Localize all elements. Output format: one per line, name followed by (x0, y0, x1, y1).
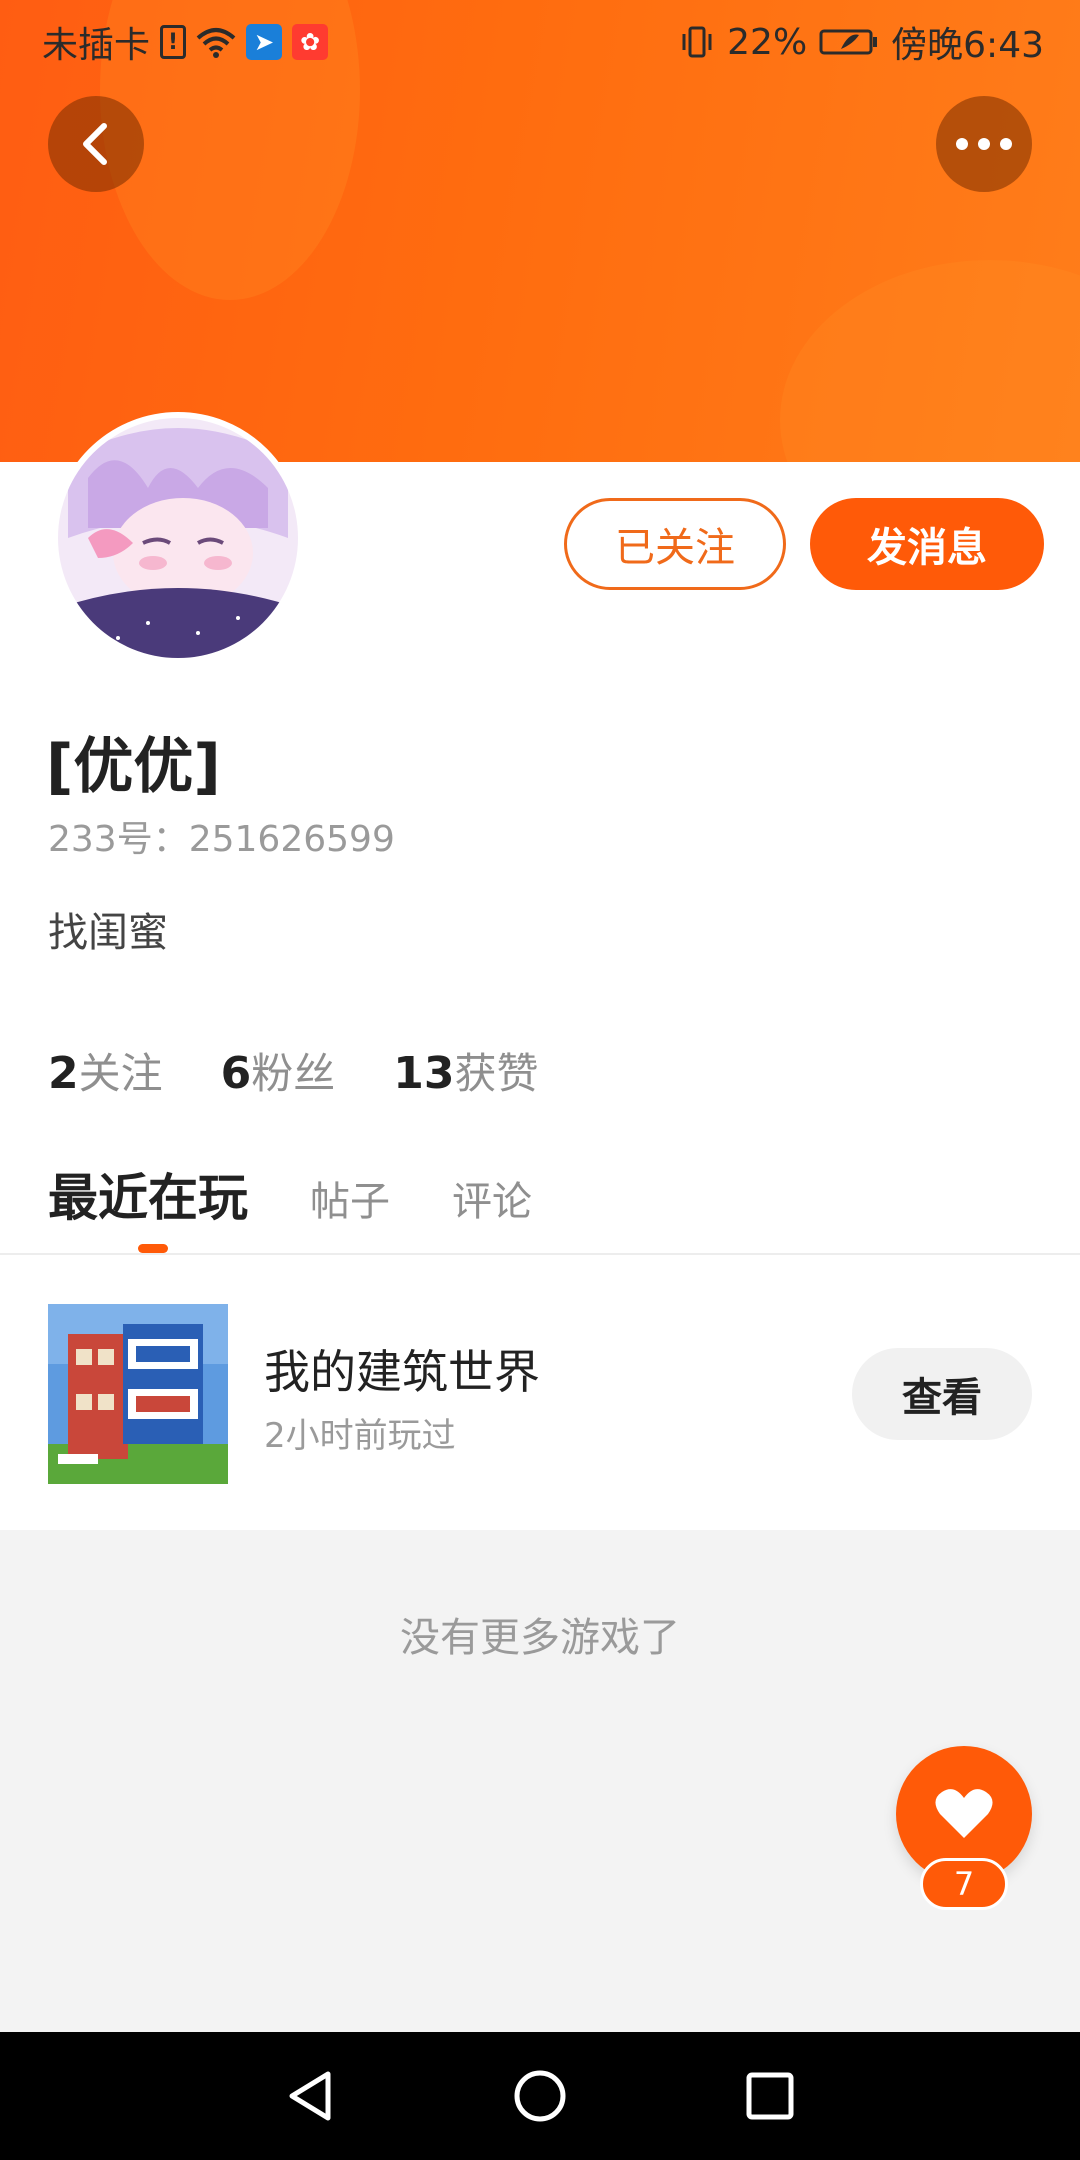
stat-label: 获赞 (454, 1049, 539, 1098)
banner-decoration (780, 260, 1080, 462)
nav-back-button[interactable] (276, 2062, 344, 2130)
tab-posts[interactable]: 帖子 (310, 1169, 390, 1227)
game-title: 我的建筑世界 (264, 1345, 540, 1399)
app-notification-icon: ➤ (246, 24, 283, 60)
square-recents-icon (746, 2072, 794, 2120)
profile-stats: 2关注 6粉丝 13获赞 (48, 1040, 539, 1101)
wifi-icon (196, 28, 236, 58)
clock: 傍晚6:43 (891, 25, 1044, 66)
circle-home-icon (514, 2070, 566, 2122)
stat-likes[interactable]: 13获赞 (393, 1040, 538, 1101)
avatar[interactable] (52, 412, 304, 664)
system-nav-bar (0, 2032, 1080, 2160)
user-id-label: 233号： (48, 819, 189, 860)
status-bar: 未插卡 ! ➤ ✿ 22% 傍晚6:43 (0, 0, 1080, 76)
triangle-back-icon (289, 2071, 331, 2121)
vibrate-icon (682, 26, 712, 58)
following-button[interactable]: 已关注 (564, 498, 786, 590)
user-bio: 找闺蜜 (48, 910, 168, 956)
send-message-button[interactable]: 发消息 (810, 498, 1044, 590)
stat-followers[interactable]: 6粉丝 (221, 1040, 336, 1101)
view-game-button[interactable]: 查看 (852, 1348, 1032, 1440)
battery-percent: 22% (727, 21, 808, 63)
profile-tabs: 最近在玩 帖子 评论 (48, 1158, 594, 1230)
like-count-badge: 7 (920, 1858, 1008, 1910)
active-tab-indicator (138, 1244, 168, 1253)
list-item[interactable]: 我的建筑世界 2小时前玩过 查看 (0, 1256, 1080, 1530)
tab-recently-played[interactable]: 最近在玩 (48, 1158, 248, 1230)
nav-recents-button[interactable] (736, 2062, 804, 2130)
stat-label: 关注 (78, 1049, 163, 1098)
game-thumbnail (48, 1304, 228, 1484)
more-dots-icon (956, 138, 1012, 150)
game-icon (48, 1304, 228, 1484)
game-last-played: 2小时前玩过 (264, 1416, 456, 1456)
chevron-left-icon (83, 123, 107, 165)
divider (0, 1253, 1080, 1255)
tab-comments[interactable]: 评论 (452, 1169, 532, 1227)
stat-value: 6 (220, 1048, 252, 1099)
stat-following[interactable]: 2关注 (48, 1040, 163, 1101)
carrier-text: 未插卡 (42, 25, 151, 66)
heart-icon (935, 1789, 993, 1838)
nav-home-button[interactable] (506, 2062, 574, 2130)
battery-icon (819, 29, 878, 55)
stat-value: 2 (48, 1048, 79, 1099)
end-of-list-text: 没有更多游戏了 (400, 1615, 680, 1661)
more-options-button[interactable] (936, 96, 1032, 192)
app-notification-icon: ✿ (292, 24, 329, 60)
stat-label: 粉丝 (251, 1049, 336, 1098)
user-id: 233号：251626599 (48, 810, 395, 862)
avatar-image (58, 418, 298, 658)
sim-alert-icon: ! (160, 25, 187, 59)
stat-value: 13 (393, 1048, 455, 1099)
back-button[interactable] (48, 96, 144, 192)
user-id-value: 251626599 (188, 819, 395, 860)
username: [优优] (46, 732, 221, 802)
